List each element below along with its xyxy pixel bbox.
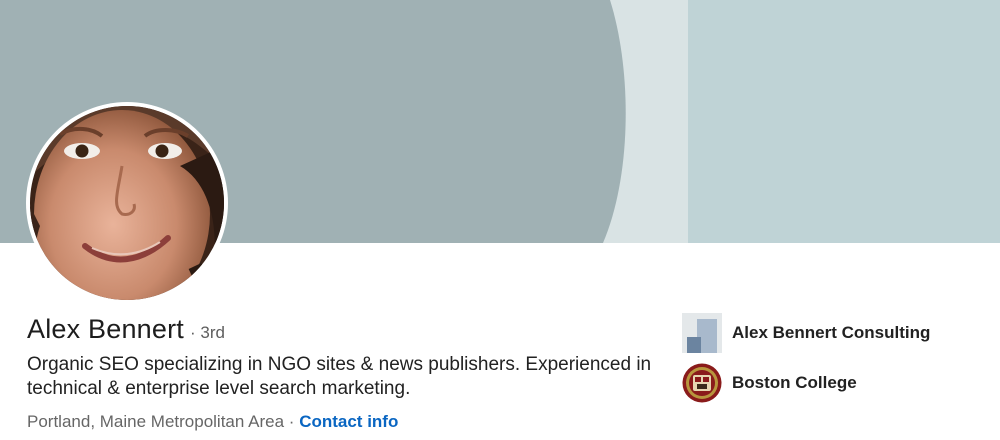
profile-card: Alex Bennert · 3rd Organic SEO specializ… [0,0,1000,440]
company-logo-icon [682,313,722,353]
degree-value: 3rd [200,323,225,342]
degree-separator: · [190,323,196,342]
school-name: Boston College [732,373,857,392]
profile-photo-image [30,106,224,300]
sidebar-item-company[interactable]: Alex Bennert Consulting [682,313,930,353]
profile-location: Portland, Maine Metropolitan Area [27,412,285,431]
profile-name: Alex Bennert [27,314,184,344]
contact-info-link[interactable]: Contact info [299,412,398,431]
profile-photo-frame[interactable] [26,102,228,304]
company-name: Alex Bennert Consulting [732,323,931,342]
name-row: Alex Bennert · 3rd [27,314,225,345]
location-separator: · [288,412,295,431]
profile-photo[interactable] [30,106,224,300]
profile-headline: Organic SEO specializing in NGO sites & … [27,354,652,399]
sidebar-item-education[interactable]: Boston College [682,363,857,403]
location-row: Portland, Maine Metropolitan Area · Cont… [27,412,398,432]
connection-degree: · 3rd [190,323,225,343]
boston-college-seal-icon [682,363,722,403]
